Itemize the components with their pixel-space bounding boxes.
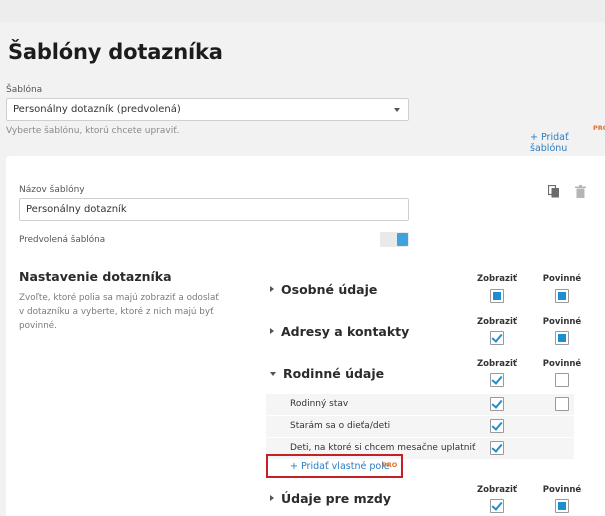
toggle-knob	[397, 233, 408, 246]
personal-show-checkbox[interactable]	[490, 289, 504, 303]
field-label: Rodinný stav	[290, 399, 349, 409]
add-custom-field-label: + Pridať vlastné pole	[290, 461, 390, 472]
group-payroll-label: Údaje pre mzdy	[281, 491, 391, 506]
list-item: Rodinný stav	[266, 394, 574, 415]
settings-title: Nastavenie dotazníka	[19, 269, 172, 284]
template-select-label: Šablóna	[6, 85, 43, 95]
field-label: Starám sa o dieťa/deti	[290, 421, 391, 431]
template-select-value: Personálny dotazník (predvolená)	[13, 104, 181, 115]
group-payroll[interactable]: Údaje pre mzdy	[270, 491, 391, 506]
page-title: Šablóny dotazníka	[8, 40, 223, 64]
default-template-label: Predvolená šablóna	[19, 235, 106, 245]
add-template-link[interactable]: + Pridať šablónu	[530, 132, 605, 154]
personal-required-checkbox[interactable]	[555, 289, 569, 303]
marital-status-show-checkbox[interactable]	[490, 397, 504, 411]
list-item: Starám sa o dieťa/deti	[266, 416, 574, 437]
children-tax-show-checkbox[interactable]	[490, 441, 504, 455]
default-template-toggle[interactable]	[380, 232, 409, 247]
column-header-required: Povinné	[542, 485, 582, 495]
add-template-label: + Pridať šablónu	[530, 132, 569, 154]
top-bar	[0, 0, 605, 22]
template-select[interactable]: Personálny dotazník (predvolená)	[6, 98, 409, 121]
chevron-down-icon	[394, 108, 400, 112]
payroll-show-checkbox[interactable]	[490, 499, 504, 513]
column-header-show: Zobraziť	[477, 485, 517, 495]
chevron-down-icon	[270, 372, 276, 376]
template-name-label: Názov šablóny	[19, 185, 85, 195]
add-template-pro-badge: PRO	[593, 124, 605, 132]
payroll-required-checkbox[interactable]	[555, 499, 569, 513]
settings-description: Zvoľte, ktoré polia sa majú zobraziť a o…	[19, 293, 219, 331]
family-required-checkbox[interactable]	[555, 373, 569, 387]
field-label: Deti, na ktoré si chcem mesačne uplatniť	[290, 443, 476, 453]
column-header-required: Povinné	[542, 317, 582, 327]
group-family[interactable]: Rodinné údaje	[270, 366, 384, 381]
column-header-required: Povinné	[542, 359, 582, 369]
marital-status-required-checkbox[interactable]	[555, 397, 569, 411]
template-name-input[interactable]: Personálny dotazník	[19, 198, 409, 221]
column-header-show: Zobraziť	[477, 274, 517, 284]
childcare-show-checkbox[interactable]	[490, 419, 504, 433]
addresses-show-checkbox[interactable]	[490, 331, 504, 345]
copy-icon[interactable]	[548, 185, 560, 198]
chevron-right-icon	[270, 495, 274, 501]
chevron-right-icon	[270, 286, 274, 292]
column-header-show: Zobraziť	[477, 317, 517, 327]
column-header-required: Povinné	[542, 274, 582, 284]
chevron-right-icon	[270, 328, 274, 334]
template-select-hint: Vyberte šablónu, ktorú chcete upraviť.	[6, 126, 180, 136]
family-show-checkbox[interactable]	[490, 373, 504, 387]
group-personal[interactable]: Osobné údaje	[270, 282, 377, 297]
column-header-show: Zobraziť	[477, 359, 517, 369]
group-family-label: Rodinné údaje	[283, 366, 385, 381]
trash-icon[interactable]	[575, 185, 586, 198]
group-personal-label: Osobné údaje	[281, 282, 378, 297]
addresses-required-checkbox[interactable]	[555, 331, 569, 345]
group-addresses[interactable]: Adresy a kontakty	[270, 324, 409, 339]
add-custom-field-pro-badge: PRO	[382, 461, 398, 469]
template-name-value: Personálny dotazník	[26, 204, 127, 215]
group-addresses-label: Adresy a kontakty	[281, 324, 410, 339]
